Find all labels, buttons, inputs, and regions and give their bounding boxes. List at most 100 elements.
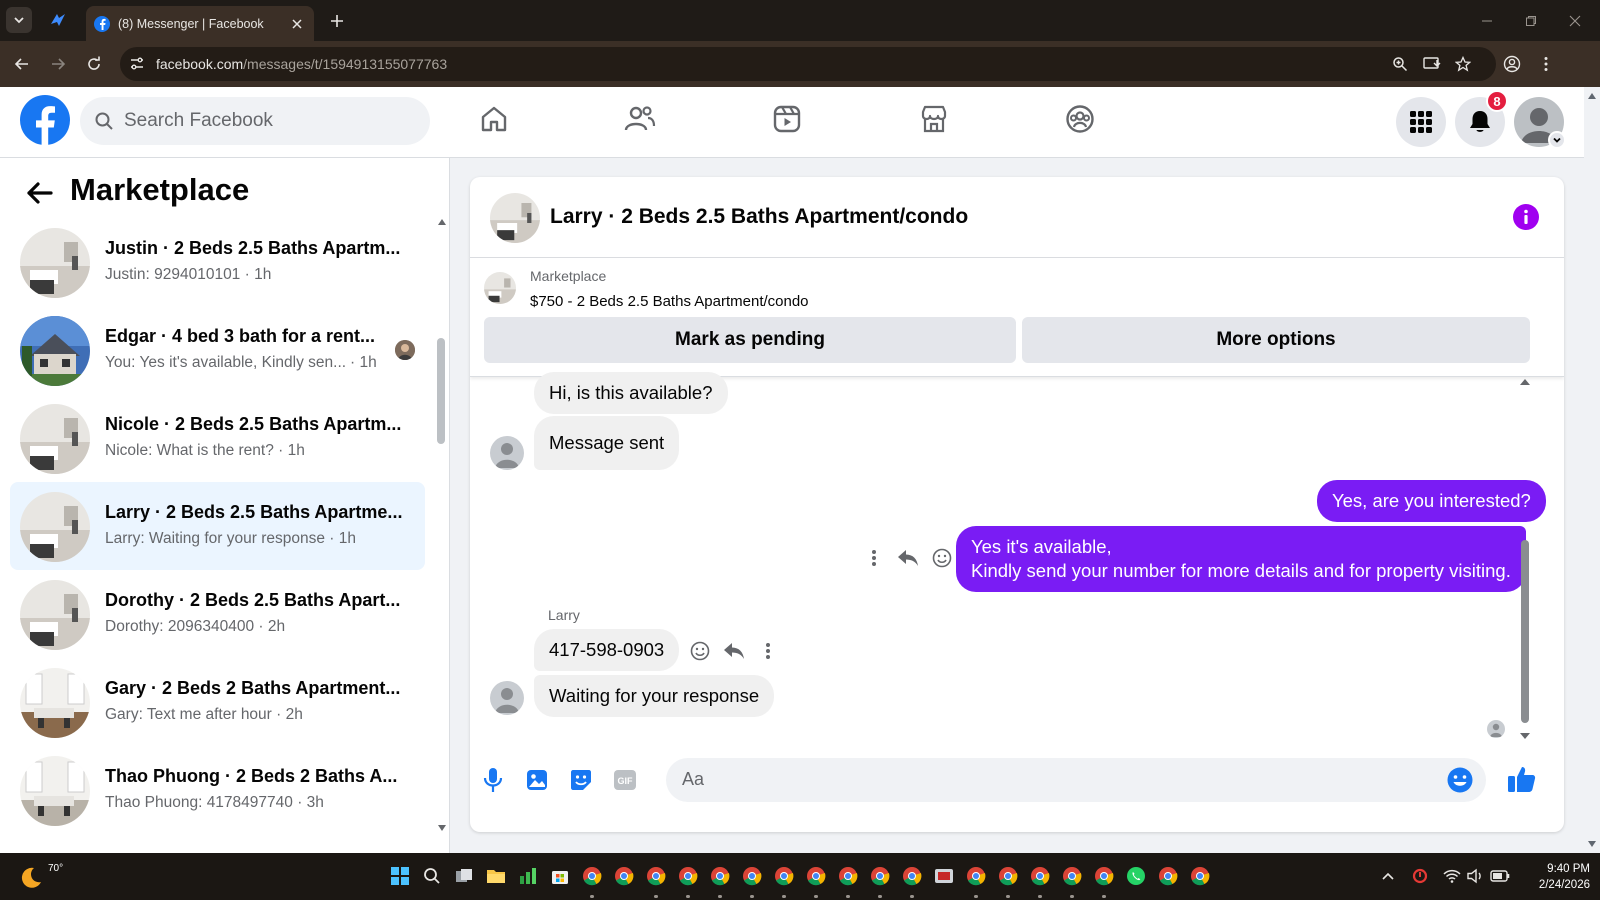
- pinned-app-icon[interactable]: [46, 8, 70, 32]
- scroll-up-arrow-icon[interactable]: [437, 217, 447, 227]
- reload-icon[interactable]: [82, 52, 106, 76]
- chrome-icon[interactable]: [1188, 864, 1212, 888]
- wifi-icon[interactable]: [1442, 866, 1462, 886]
- chrome-icon[interactable]: [1028, 864, 1052, 888]
- zoom-icon[interactable]: [1388, 52, 1412, 76]
- chrome-icon[interactable]: [644, 864, 668, 888]
- sidebar-scrollbar-thumb[interactable]: [437, 338, 445, 444]
- conversation-larry[interactable]: Larry · 2 Beds 2.5 Baths Apartme... Larr…: [10, 482, 425, 570]
- attach-photo-icon[interactable]: [522, 765, 552, 795]
- windows-start-icon[interactable]: [388, 864, 412, 888]
- chrome-icon[interactable]: [964, 864, 988, 888]
- chrome-icon[interactable]: [708, 864, 732, 888]
- message-bubble-incoming[interactable]: Waiting for your response: [534, 675, 775, 717]
- finance-app-icon[interactable]: [516, 864, 540, 888]
- mark-as-pending-button[interactable]: Mark as pending: [484, 317, 1016, 363]
- forward-icon[interactable]: [46, 52, 70, 76]
- antivirus-tray-icon[interactable]: [1410, 866, 1430, 886]
- chat-title[interactable]: Larry · 2 Beds 2.5 Baths Apartment/condo: [550, 205, 968, 229]
- taskbar-search-icon[interactable]: [420, 864, 444, 888]
- chrome-icon[interactable]: [900, 864, 924, 888]
- listing-title[interactable]: $750 - 2 Beds 2.5 Baths Apartment/condo: [530, 293, 809, 310]
- more-actions-icon[interactable]: [756, 639, 780, 663]
- whatsapp-icon[interactable]: [1124, 864, 1148, 888]
- page-scroll-up-icon[interactable]: [1587, 91, 1597, 101]
- chrome-icon[interactable]: [836, 864, 860, 888]
- browser-tab-messenger[interactable]: (8) Messenger | Facebook: [86, 6, 314, 41]
- scroll-down-arrow-icon[interactable]: [437, 823, 447, 833]
- account-chevron-icon[interactable]: [1548, 131, 1566, 149]
- restore-icon[interactable]: [1518, 8, 1544, 34]
- reply-icon[interactable]: [896, 546, 920, 570]
- react-emoji-icon[interactable]: [688, 639, 712, 663]
- weather-widget[interactable]: 70°: [18, 861, 63, 895]
- page-scrollbar[interactable]: [1584, 87, 1600, 853]
- minimize-icon[interactable]: [1474, 8, 1500, 34]
- message-bubble-incoming[interactable]: Message sent: [534, 416, 680, 470]
- friends-icon[interactable]: [620, 99, 660, 139]
- chat-avatar[interactable]: [490, 193, 540, 243]
- emoji-picker-icon[interactable]: [1446, 766, 1474, 794]
- message-bubble-outgoing[interactable]: Yes, are you interested?: [1317, 480, 1546, 522]
- battery-icon[interactable]: [1490, 866, 1510, 886]
- chrome-icon[interactable]: [580, 864, 604, 888]
- search-facebook-input[interactable]: Search Facebook: [80, 97, 430, 145]
- back-icon[interactable]: [10, 52, 34, 76]
- volume-icon[interactable]: [1466, 866, 1486, 886]
- chrome-icon[interactable]: [1156, 864, 1180, 888]
- chrome-icon[interactable]: [1060, 864, 1084, 888]
- window-close-icon[interactable]: [1562, 8, 1588, 34]
- show-hidden-icons-chevron-icon[interactable]: [1378, 866, 1398, 886]
- watch-icon[interactable]: [767, 99, 807, 139]
- chrome-icon[interactable]: [772, 864, 796, 888]
- thread-scroll-down-icon[interactable]: [1519, 730, 1531, 742]
- gif-icon[interactable]: GIF: [610, 765, 640, 795]
- media-app-icon[interactable]: [932, 864, 956, 888]
- message-bubble-outgoing[interactable]: Yes it's available, Kindly send your num…: [956, 526, 1526, 592]
- profile-account-icon[interactable]: [1500, 52, 1524, 76]
- microsoft-store-icon[interactable]: [548, 864, 572, 888]
- menu-grid-icon[interactable]: [1396, 97, 1446, 147]
- more-actions-icon[interactable]: [862, 546, 886, 570]
- conversation-nicole[interactable]: Nicole · 2 Beds 2.5 Baths Apartm... Nico…: [10, 394, 425, 482]
- reply-icon[interactable]: [722, 639, 746, 663]
- bookmark-star-icon[interactable]: [1451, 52, 1475, 76]
- thread-scroll-up-icon[interactable]: [1519, 376, 1531, 388]
- page-scroll-down-icon[interactable]: [1587, 839, 1597, 849]
- info-icon[interactable]: [1512, 203, 1540, 231]
- browser-menu-icon[interactable]: [1534, 52, 1558, 76]
- chrome-icon[interactable]: [740, 864, 764, 888]
- react-emoji-icon[interactable]: [930, 546, 954, 570]
- conversation-justin[interactable]: Justin · 2 Beds 2.5 Baths Apartm... Just…: [10, 218, 425, 306]
- site-settings-icon[interactable]: [128, 55, 146, 73]
- message-input[interactable]: Aa: [666, 758, 1486, 802]
- tab-close-icon[interactable]: [288, 15, 306, 33]
- marketplace-icon[interactable]: [914, 99, 954, 139]
- message-bubble-incoming[interactable]: Hi, is this available?: [534, 372, 728, 414]
- conversation-gary[interactable]: Gary · 2 Beds 2 Baths Apartment... Gary:…: [10, 658, 425, 746]
- chrome-icon[interactable]: [612, 864, 636, 888]
- voice-clip-icon[interactable]: [478, 765, 508, 795]
- tab-search-dropdown[interactable]: [6, 7, 32, 33]
- like-thumbs-up-icon[interactable]: [1506, 763, 1538, 795]
- more-options-button[interactable]: More options: [1022, 317, 1530, 363]
- chrome-icon[interactable]: [996, 864, 1020, 888]
- chrome-icon[interactable]: [868, 864, 892, 888]
- thread-scrollbar-thumb[interactable]: [1521, 540, 1529, 723]
- system-clock[interactable]: 9:40 PM 2/24/2026: [1520, 861, 1590, 893]
- listing-avatar[interactable]: [484, 272, 516, 304]
- facebook-logo-icon[interactable]: [20, 95, 70, 145]
- conversation-thao-phuong[interactable]: Thao Phuong · 2 Beds 2 Baths A... Thao P…: [10, 746, 425, 834]
- groups-icon[interactable]: [1060, 99, 1100, 139]
- message-bubble-incoming[interactable]: 417-598-0903: [534, 629, 680, 671]
- chrome-icon[interactable]: [676, 864, 700, 888]
- file-explorer-icon[interactable]: [484, 864, 508, 888]
- conversation-dorothy[interactable]: Dorothy · 2 Beds 2.5 Baths Apart... Doro…: [10, 570, 425, 658]
- back-arrow-icon[interactable]: [24, 178, 54, 208]
- sticker-icon[interactable]: [566, 765, 596, 795]
- address-bar[interactable]: facebook.com/messages/t/1594913155077763: [120, 47, 1496, 81]
- install-app-icon[interactable]: [1420, 52, 1444, 76]
- home-icon[interactable]: [474, 99, 514, 139]
- chrome-icon[interactable]: [1092, 864, 1116, 888]
- conversation-edgar[interactable]: Edgar · 4 bed 3 bath for a rent... You: …: [10, 306, 425, 394]
